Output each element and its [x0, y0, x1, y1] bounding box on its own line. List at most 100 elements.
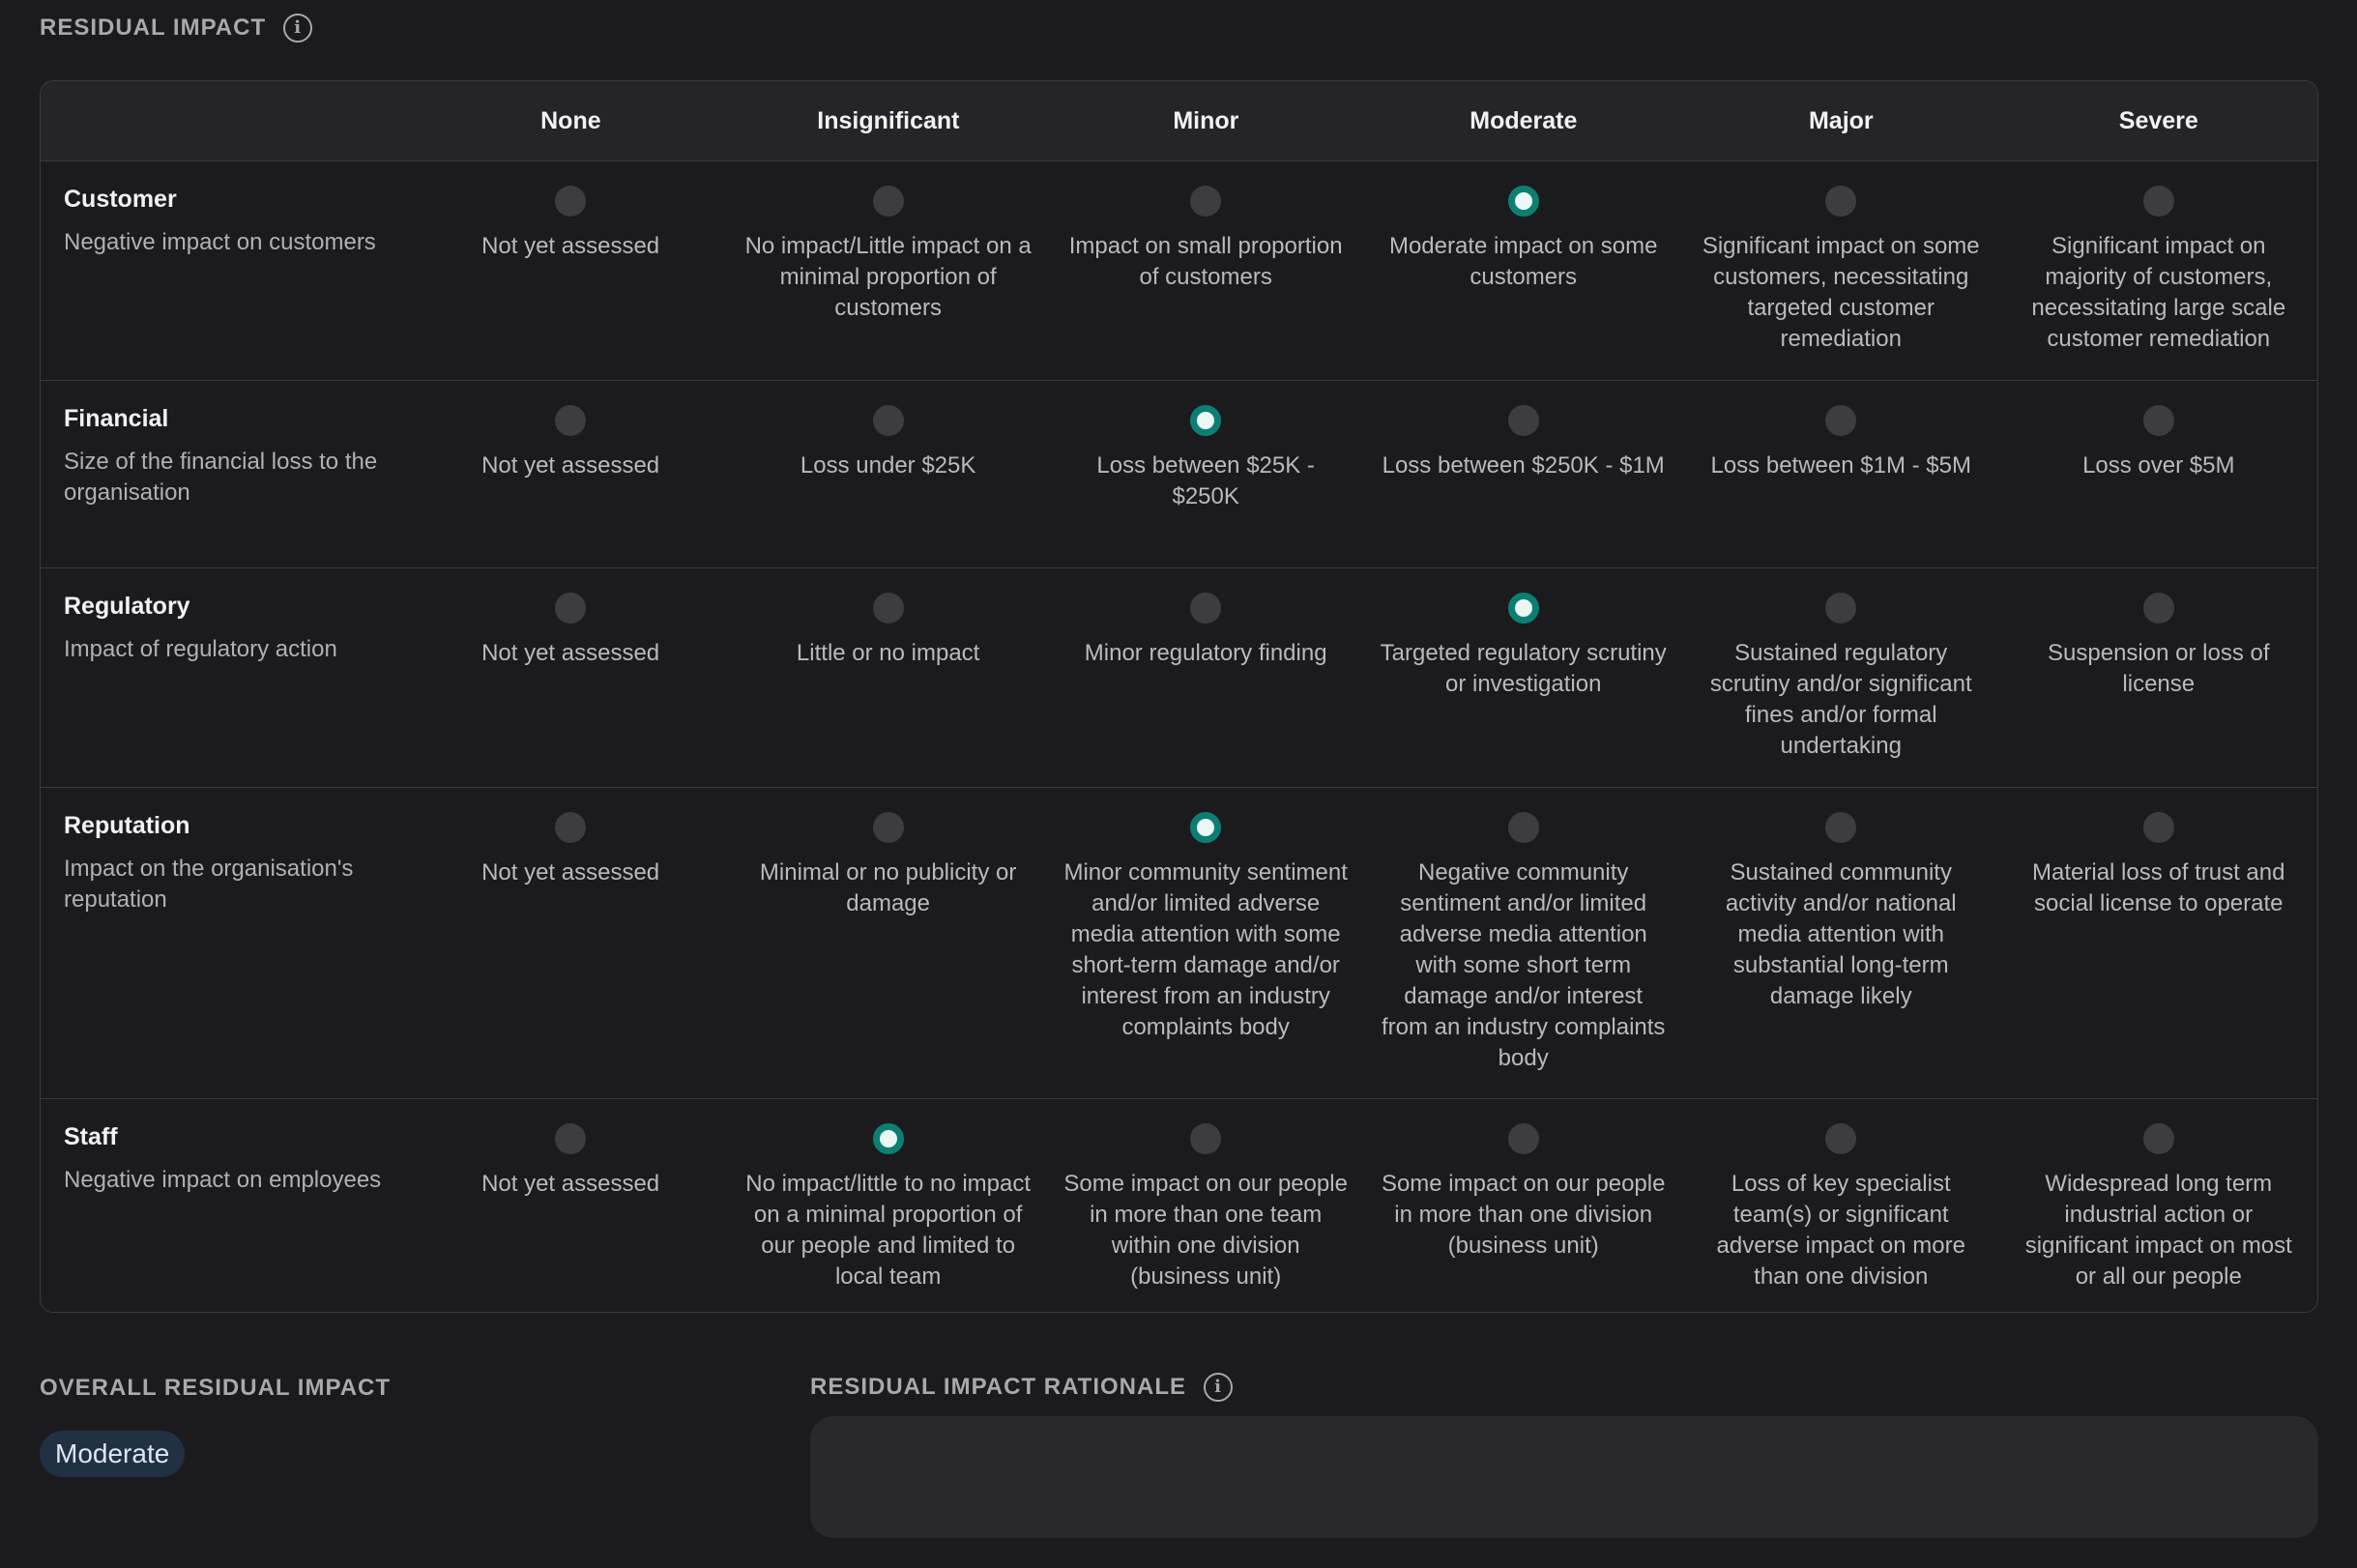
residual-impact-title: RESIDUAL IMPACT — [40, 15, 267, 41]
row-label: Customer Negative impact on customers — [41, 161, 412, 380]
radio-button[interactable] — [1825, 812, 1857, 843]
impact-option-minor[interactable]: Minor community sentiment and/or limited… — [1047, 788, 1365, 1098]
option-description: Not yet assessed — [481, 452, 660, 479]
impact-option-insignificant[interactable]: No impact/little to no impact on a minim… — [729, 1099, 1047, 1312]
radio-button[interactable] — [1825, 1123, 1857, 1154]
option-description: No impact/Little impact on a minimal pro… — [744, 233, 1032, 321]
rationale-input[interactable] — [810, 1416, 2318, 1538]
radio-button[interactable] — [555, 812, 587, 843]
impact-option-none[interactable]: Not yet assessed — [412, 568, 730, 787]
radio-button[interactable] — [1190, 593, 1222, 624]
radio-button[interactable] — [872, 593, 904, 624]
impact-option-moderate[interactable]: Some impact on our people in more than o… — [1364, 1099, 1682, 1312]
impact-option-moderate[interactable]: Negative community sentiment and/or limi… — [1364, 788, 1682, 1098]
impact-option-severe[interactable]: Loss over $5M — [2000, 381, 2318, 567]
column-header-insignificant: Insignificant — [817, 106, 960, 134]
radio-button[interactable] — [1507, 1123, 1539, 1154]
radio-button[interactable] — [555, 593, 587, 624]
radio-button[interactable] — [1825, 405, 1857, 436]
impact-option-none[interactable]: Not yet assessed — [412, 381, 730, 567]
impact-option-moderate[interactable]: Moderate impact on some customers — [1364, 161, 1682, 380]
option-description: Sustained regulatory scrutiny and/or sig… — [1709, 640, 1972, 759]
radio-button[interactable] — [872, 405, 904, 436]
radio-button[interactable] — [1190, 1123, 1222, 1154]
option-description: Significant impact on majority of custom… — [2031, 233, 2286, 352]
column-header-moderate: Moderate — [1469, 106, 1578, 134]
radio-selected[interactable] — [872, 1123, 904, 1154]
column-header-none: None — [540, 106, 601, 134]
radio-button[interactable] — [2142, 1123, 2174, 1154]
impact-option-moderate[interactable]: Targeted regulatory scrutiny or investig… — [1364, 568, 1682, 787]
impact-option-major[interactable]: Loss between $1M - $5M — [1682, 381, 2000, 567]
option-description: Not yet assessed — [481, 233, 660, 259]
impact-matrix-header: None Insignificant Minor Moderate Major … — [41, 81, 2317, 161]
column-header-severe: Severe — [2118, 106, 2198, 134]
radio-selected[interactable] — [1190, 812, 1222, 843]
radio-button[interactable] — [1825, 186, 1857, 217]
impact-option-minor[interactable]: Impact on small proportion of customers — [1047, 161, 1365, 380]
radio-selected[interactable] — [1507, 593, 1539, 624]
overall-impact-badge: Moderate — [40, 1431, 186, 1477]
option-description: Minor community sentiment and/or limited… — [1063, 859, 1348, 1040]
radio-selected[interactable] — [1190, 405, 1222, 436]
impact-option-major[interactable]: Significant impact on some customers, ne… — [1682, 161, 2000, 380]
radio-button[interactable] — [2142, 405, 2174, 436]
option-description: Suspension or loss of license — [2048, 640, 2270, 697]
info-icon[interactable]: i — [1204, 1373, 1233, 1402]
row-description: Size of the financial loss to the organi… — [64, 449, 378, 506]
impact-row-reputation: Reputation Impact on the organisation's r… — [41, 788, 2317, 1099]
impact-option-minor[interactable]: Some impact on our people in more than o… — [1047, 1099, 1365, 1312]
impact-option-insignificant[interactable]: Little or no impact — [729, 568, 1047, 787]
option-description: Little or no impact — [796, 640, 980, 666]
impact-matrix-body: Customer Negative impact on customers Not … — [41, 161, 2318, 1312]
row-name: Regulatory — [64, 593, 190, 620]
column-header-minor: Minor — [1173, 106, 1239, 134]
option-description: No impact/little to no impact on a minim… — [745, 1171, 1032, 1290]
radio-button[interactable] — [555, 1123, 587, 1154]
option-description: Minimal or no publicity or damage — [759, 859, 1017, 916]
info-icon[interactable]: i — [283, 14, 313, 43]
radio-button[interactable] — [2142, 812, 2174, 843]
impact-option-severe[interactable]: Suspension or loss of license — [2000, 568, 2318, 787]
impact-option-major[interactable]: Loss of key specialist team(s) or signif… — [1682, 1099, 2000, 1312]
option-description: Loss under $25K — [800, 452, 976, 479]
radio-button[interactable] — [872, 812, 904, 843]
radio-button[interactable] — [1825, 593, 1857, 624]
radio-button[interactable] — [1507, 812, 1539, 843]
impact-option-insignificant[interactable]: No impact/Little impact on a minimal pro… — [729, 161, 1047, 380]
radio-button[interactable] — [872, 186, 904, 217]
radio-selected[interactable] — [1507, 186, 1539, 217]
impact-option-moderate[interactable]: Loss between $250K - $1M — [1364, 381, 1682, 567]
impact-option-insignificant[interactable]: Minimal or no publicity or damage — [729, 788, 1047, 1098]
radio-button[interactable] — [2142, 593, 2174, 624]
impact-matrix: None Insignificant Minor Moderate Major … — [40, 80, 2318, 1313]
impact-option-minor[interactable]: Loss between $25K - $250K — [1047, 381, 1365, 567]
impact-option-severe[interactable]: Significant impact on majority of custom… — [2000, 161, 2318, 380]
option-description: Negative community sentiment and/or limi… — [1381, 859, 1666, 1071]
impact-option-insignificant[interactable]: Loss under $25K — [729, 381, 1047, 567]
option-description: Loss between $250K - $1M — [1382, 452, 1665, 479]
radio-button[interactable] — [555, 186, 587, 217]
impact-option-severe[interactable]: Widespread long term industrial action o… — [2000, 1099, 2318, 1312]
impact-option-severe[interactable]: Material loss of trust and social licens… — [2000, 788, 2318, 1098]
radio-button[interactable] — [2142, 186, 2174, 217]
option-description: Material loss of trust and social licens… — [2032, 859, 2285, 916]
row-label: Staff Negative impact on employees — [41, 1099, 412, 1312]
option-description: Not yet assessed — [481, 1171, 660, 1197]
impact-option-major[interactable]: Sustained regulatory scrutiny and/or sig… — [1682, 568, 2000, 787]
impact-option-none[interactable]: Not yet assessed — [412, 1099, 730, 1312]
option-description: Loss over $5M — [2082, 452, 2235, 479]
rationale-header: RESIDUAL IMPACT RATIONALE i — [810, 1373, 1233, 1402]
impact-option-minor[interactable]: Minor regulatory finding — [1047, 568, 1365, 787]
impact-option-none[interactable]: Not yet assessed — [412, 161, 730, 380]
option-description: Impact on small proportion of customers — [1068, 233, 1343, 290]
radio-button[interactable] — [1190, 186, 1222, 217]
impact-option-major[interactable]: Sustained community activity and/or nati… — [1682, 788, 2000, 1098]
option-description: Moderate impact on some customers — [1388, 233, 1658, 290]
option-description: Not yet assessed — [481, 859, 660, 886]
row-label: Regulatory Impact of regulatory action — [41, 568, 412, 787]
radio-button[interactable] — [1507, 405, 1539, 436]
radio-button[interactable] — [555, 405, 587, 436]
row-label: Reputation Impact on the organisation's r… — [41, 788, 412, 1098]
impact-option-none[interactable]: Not yet assessed — [412, 788, 730, 1098]
